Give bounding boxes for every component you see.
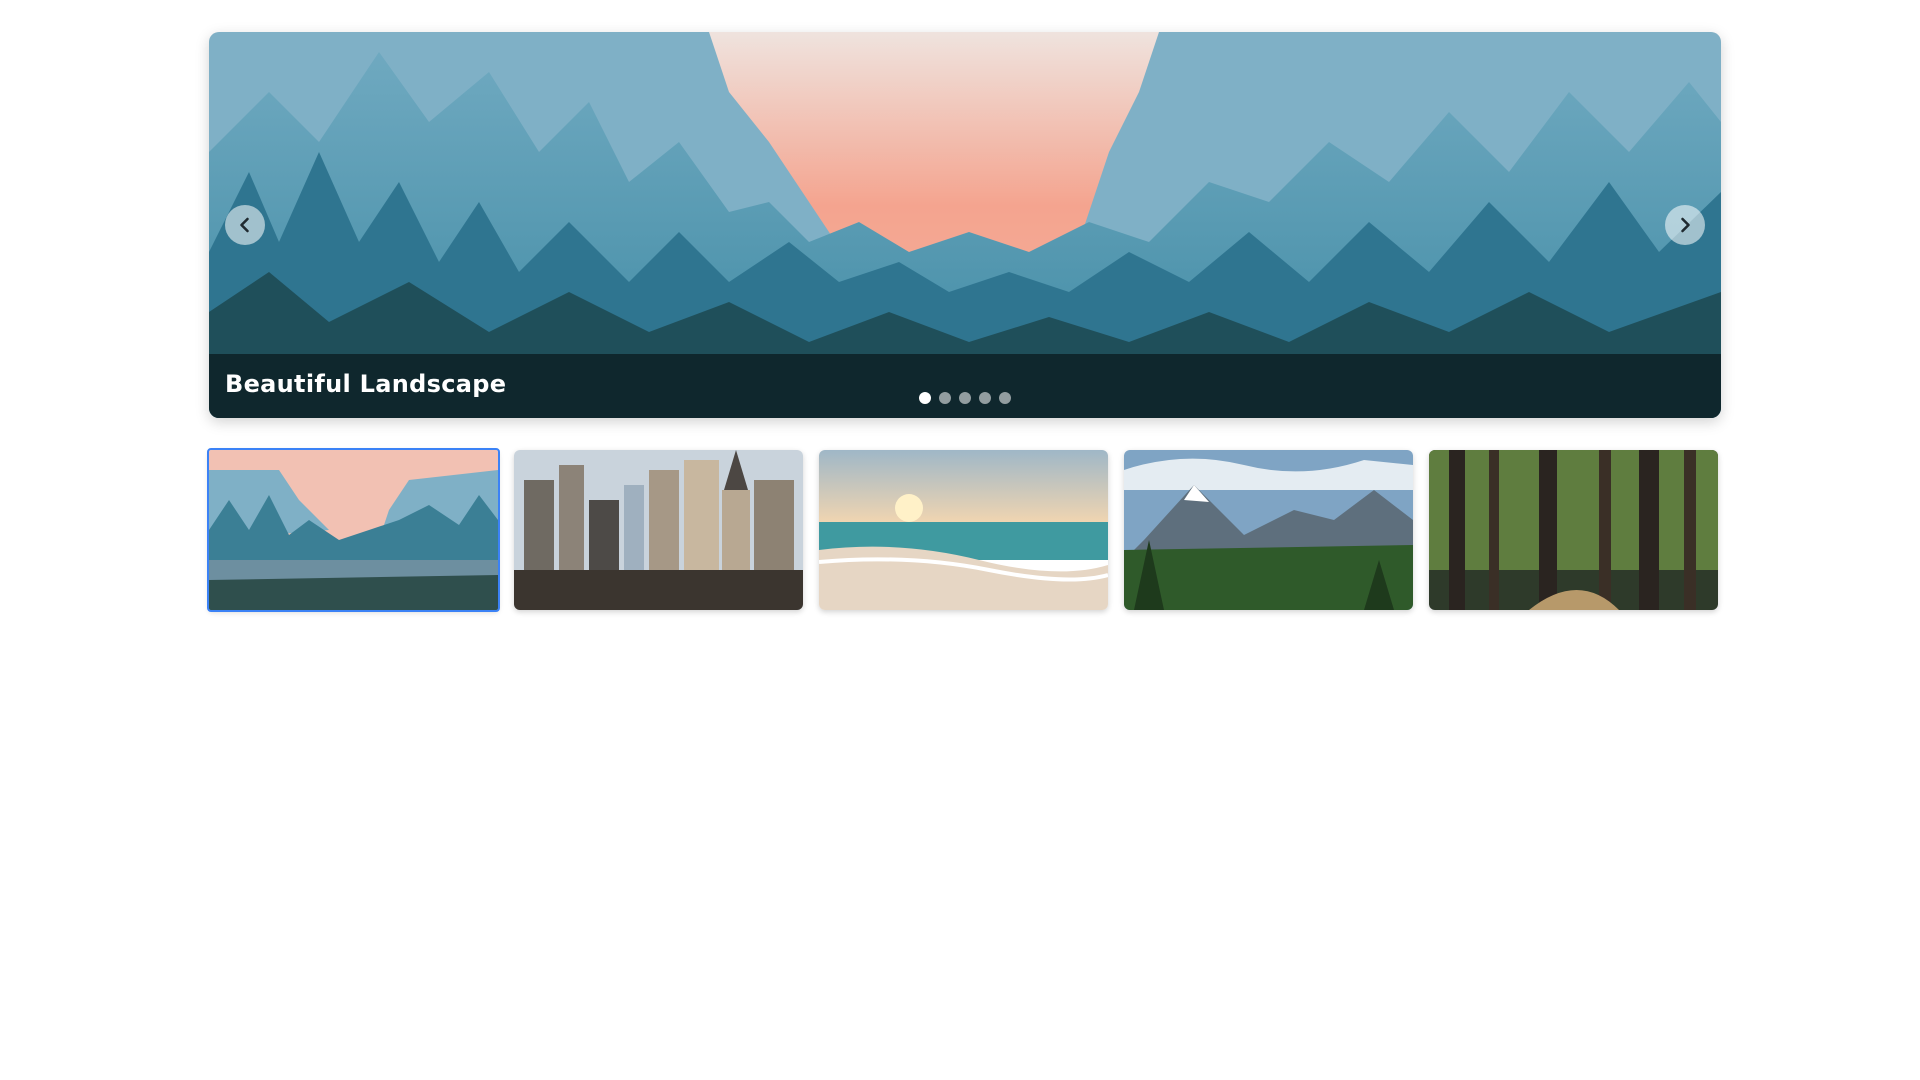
slide-indicators bbox=[209, 392, 1721, 404]
caption-bar: Beautiful Landscape bbox=[209, 354, 1721, 418]
chevron-right-icon bbox=[1681, 217, 1690, 233]
thumbnail-beach[interactable] bbox=[819, 450, 1108, 610]
thumbnail-mountains[interactable] bbox=[1124, 450, 1413, 610]
thumbnail-strip bbox=[207, 448, 1721, 612]
mountains-thumbnail-image bbox=[1124, 450, 1413, 610]
main-slide: Beautiful Landscape bbox=[209, 32, 1721, 418]
beach-thumbnail-image bbox=[819, 450, 1108, 610]
thumbnail-forest[interactable] bbox=[1429, 450, 1718, 610]
slide-dot-2[interactable] bbox=[939, 392, 951, 404]
valley-thumbnail-image bbox=[209, 450, 498, 610]
forest-thumbnail-image bbox=[1429, 450, 1718, 610]
slide-dot-3[interactable] bbox=[959, 392, 971, 404]
next-slide-button[interactable] bbox=[1665, 205, 1705, 245]
prev-slide-button[interactable] bbox=[225, 205, 265, 245]
slide-dot-5[interactable] bbox=[999, 392, 1011, 404]
image-gallery: Beautiful Landscape bbox=[207, 32, 1721, 612]
thumbnail-valley[interactable] bbox=[207, 448, 500, 612]
thumbnail-city[interactable] bbox=[514, 450, 803, 610]
city-thumbnail-image bbox=[514, 450, 803, 610]
slide-dot-4[interactable] bbox=[979, 392, 991, 404]
slide-dot-1[interactable] bbox=[919, 392, 931, 404]
chevron-left-icon bbox=[240, 217, 249, 233]
